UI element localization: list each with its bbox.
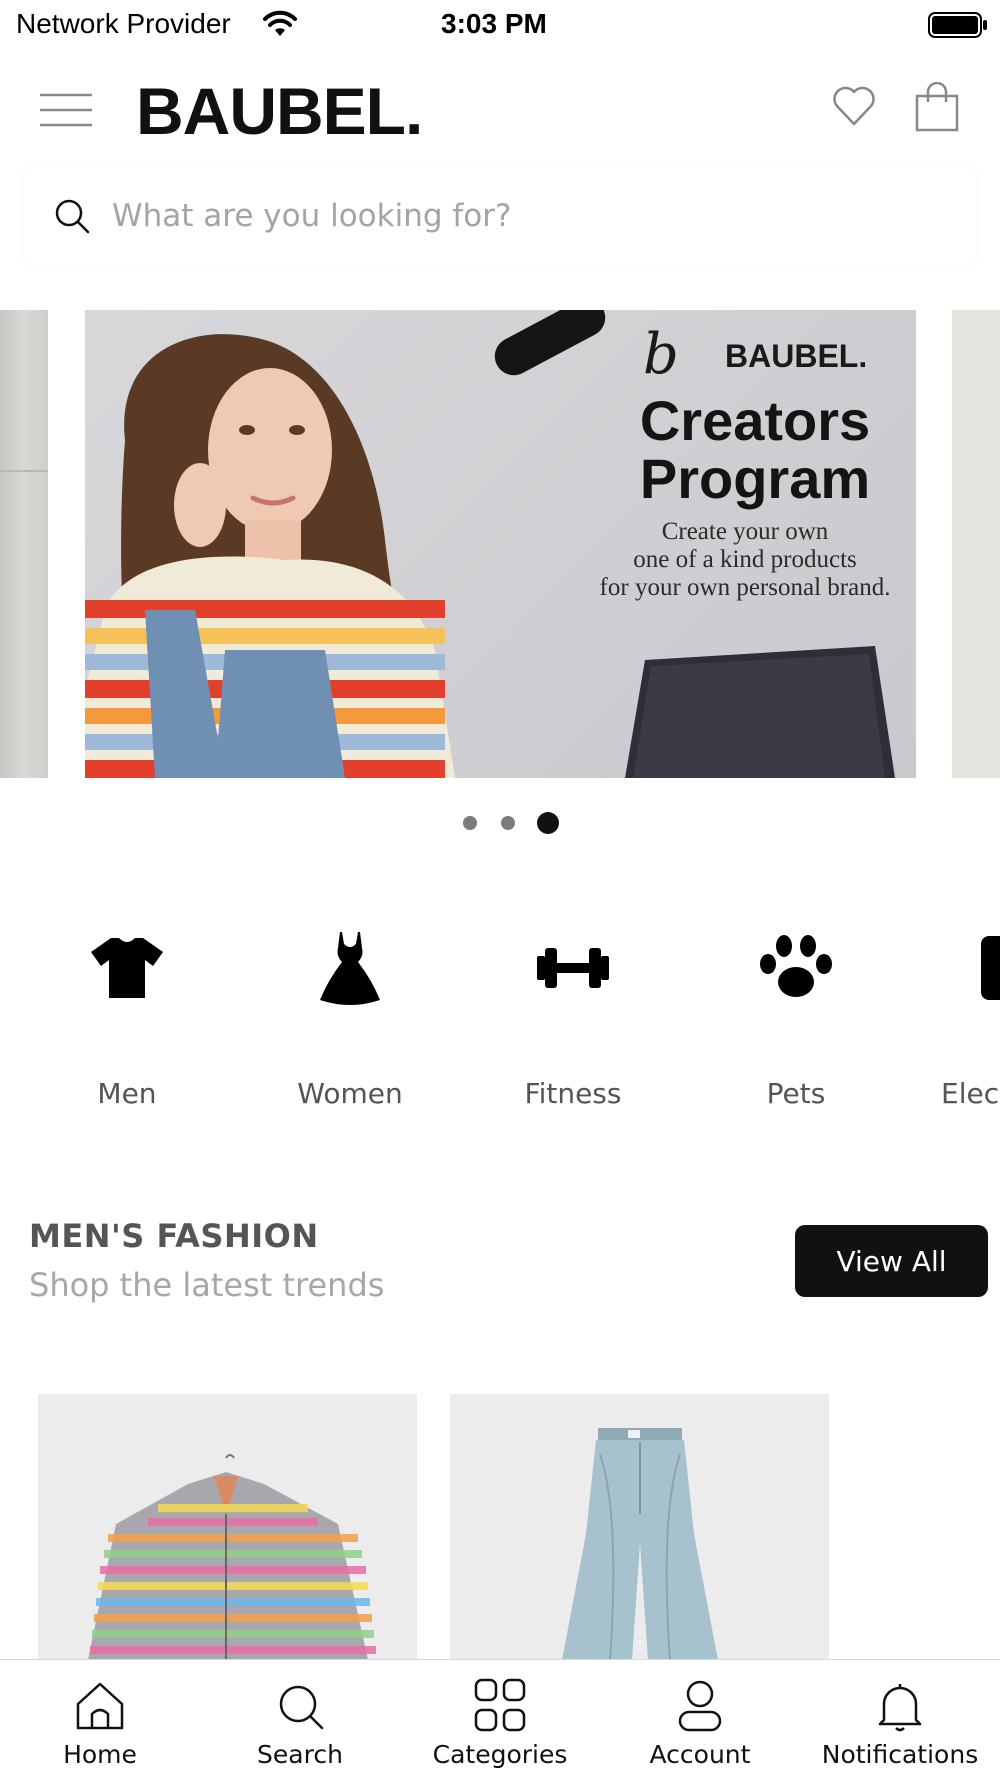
- carousel-pagination: [0, 812, 1000, 838]
- view-all-button[interactable]: View All: [795, 1225, 988, 1297]
- user-icon: [678, 1680, 722, 1732]
- dress-icon: [320, 932, 380, 1005]
- banner-subtitle-line1: Create your own: [661, 518, 829, 545]
- t-shirt-icon: [91, 938, 163, 998]
- search-icon: [279, 1685, 324, 1730]
- banner-brand: BAUBEL.: [725, 338, 868, 374]
- tab-notifications[interactable]: Notifications: [800, 1660, 1000, 1778]
- carrier-name: Network Provider: [16, 8, 231, 39]
- category-label: Men: [97, 1077, 157, 1110]
- pagination-dot[interactable]: [463, 816, 477, 830]
- app-header: BAUBEL.: [0, 60, 1000, 160]
- bell-icon: [878, 1684, 922, 1732]
- electronics-icon: [981, 936, 1000, 1000]
- banner-subtitle: Create your own one of a kind products f…: [575, 518, 915, 602]
- category-electronics[interactable]: Elec: [919, 920, 1000, 1120]
- tab-home[interactable]: Home: [0, 1660, 200, 1778]
- heart-icon[interactable]: [832, 84, 876, 128]
- tab-label: Notifications: [821, 1740, 979, 1769]
- tab-categories[interactable]: Categories: [400, 1660, 600, 1778]
- category-men[interactable]: Men: [27, 920, 227, 1120]
- category-label: Fitness: [524, 1077, 622, 1110]
- tab-search[interactable]: Search: [200, 1660, 400, 1778]
- brand-logo[interactable]: BAUBEL.: [136, 73, 423, 149]
- banner-title: Creators Program: [615, 392, 895, 508]
- banner-subtitle-line3: for your own personal brand.: [599, 574, 891, 601]
- banner-carousel[interactable]: b BAUBEL. Creators Program Create your o…: [0, 310, 1000, 778]
- section-title: MEN'S FASHION: [29, 1217, 319, 1255]
- banner-signature-logo: b: [643, 322, 679, 387]
- battery-icon: [928, 12, 987, 38]
- search-icon: [55, 199, 90, 234]
- light-wash-jeans-image: [562, 1428, 718, 1660]
- pagination-dot-active[interactable]: [537, 812, 559, 834]
- hamburger-menu-icon[interactable]: [38, 92, 94, 128]
- colorful-denim-jacket-image: [88, 1454, 376, 1660]
- search-input[interactable]: [112, 188, 932, 244]
- product-card[interactable]: [38, 1394, 417, 1660]
- tab-label: Account: [649, 1740, 751, 1769]
- category-pets[interactable]: Pets: [696, 920, 896, 1120]
- category-list: Men Women Fitness Pets Elec: [0, 920, 1000, 1120]
- status-bar: Network Provider 3:03 PM: [0, 0, 1000, 50]
- tab-label: Search: [257, 1740, 343, 1769]
- section-subtitle: Shop the latest trends: [29, 1266, 385, 1304]
- category-label: Elec: [941, 1077, 1000, 1110]
- shopping-bag-icon[interactable]: [914, 82, 960, 132]
- wifi-icon: [263, 10, 297, 36]
- category-label: Pets: [766, 1077, 826, 1110]
- tab-account[interactable]: Account: [600, 1660, 800, 1778]
- banner-slide-creators-program[interactable]: b BAUBEL. Creators Program Create your o…: [85, 310, 916, 778]
- next-slide-peek[interactable]: [952, 310, 1000, 778]
- paw-icon: [760, 935, 832, 997]
- category-fitness[interactable]: Fitness: [473, 920, 673, 1120]
- bottom-tab-bar: Home Search Categories Account Notificat…: [0, 1659, 1000, 1778]
- category-women[interactable]: Women: [250, 920, 450, 1120]
- banner-title-line2: Program: [639, 447, 871, 510]
- banner-title-line1: Creators: [639, 389, 871, 452]
- previous-slide-peek[interactable]: [0, 310, 48, 778]
- grid-icon: [474, 1678, 526, 1732]
- product-card[interactable]: [450, 1394, 829, 1660]
- dumbbell-icon: [537, 948, 609, 988]
- tab-label: Home: [63, 1740, 137, 1769]
- banner-subtitle-line2: one of a kind products: [633, 546, 857, 573]
- category-label: Women: [297, 1077, 403, 1110]
- pagination-dot[interactable]: [501, 816, 515, 830]
- search-bar[interactable]: [24, 166, 976, 266]
- home-icon: [76, 1682, 124, 1730]
- tab-label: Categories: [432, 1740, 568, 1769]
- status-time: 3:03 PM: [441, 8, 547, 39]
